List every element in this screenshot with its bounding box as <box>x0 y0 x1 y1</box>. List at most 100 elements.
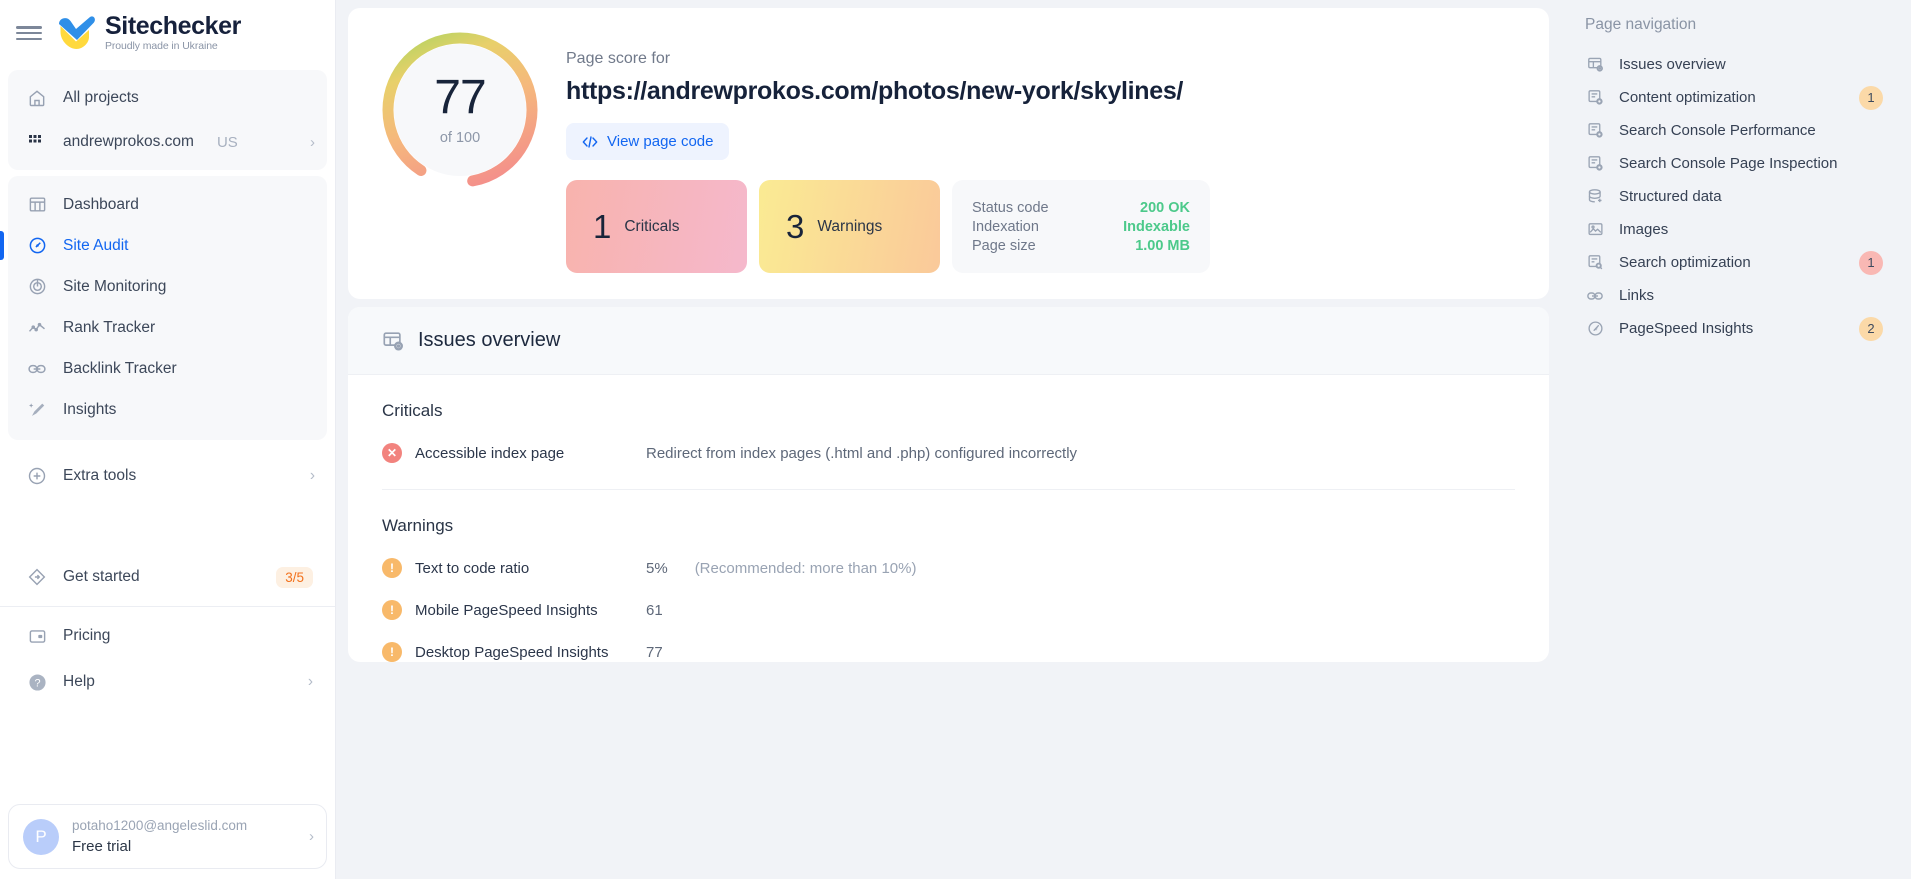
sidebar-item-extra-tools[interactable]: Extra tools › <box>8 454 327 498</box>
sidebar-label: Rank Tracker <box>63 318 156 336</box>
get-started-label: Get started <box>63 568 140 585</box>
plus-circle-icon <box>26 465 48 487</box>
issue-row[interactable]: ! Desktop PageSpeed Insights 77 <box>382 642 1515 662</box>
page-nav-item-pagespeed-insights[interactable]: PageSpeed Insights 2 <box>1579 312 1893 345</box>
hamburger-menu-icon[interactable] <box>16 23 42 43</box>
page-nav-item-images[interactable]: Images <box>1579 213 1893 246</box>
sidebar-item-dashboard[interactable]: Dashboard <box>8 184 327 225</box>
wallet-icon <box>26 625 48 647</box>
page-navigation-title: Page navigation <box>1585 16 1697 33</box>
page-nav-label: Structured data <box>1619 188 1722 205</box>
status-code-value: 200 OK <box>1140 199 1190 216</box>
status-code-key: Status code <box>972 199 1049 216</box>
page-nav-item-search-console-page-inspection[interactable]: Search Console Page Inspection <box>1579 147 1893 180</box>
issues-overview-card: Issues overview Criticals ✕ Accessible i… <box>348 307 1549 662</box>
get-started-block: Get started 3/5 <box>0 554 335 600</box>
status-panel: Status code 200 OK Indexation Indexable … <box>952 180 1210 273</box>
images-icon <box>1585 220 1605 240</box>
page-nav-item-search-optimization[interactable]: Search optimization 1 <box>1579 246 1893 279</box>
sidebar-item-site-monitoring[interactable]: Site Monitoring <box>8 266 327 307</box>
chevron-right-icon[interactable]: › <box>310 134 315 151</box>
code-icon <box>582 135 598 148</box>
chevron-right-icon[interactable]: › <box>308 673 313 691</box>
chevron-right-icon[interactable]: › <box>309 828 314 845</box>
user-info: potaho1200@angeleslid.com Free trial <box>72 816 247 857</box>
content-optimization-icon <box>1585 88 1605 108</box>
get-started-progress-badge: 3/5 <box>276 566 313 588</box>
page-nav-item-issues-overview[interactable]: Issues overview <box>1579 48 1893 81</box>
search-optimization-icon <box>1585 253 1605 273</box>
issue-name: Desktop PageSpeed Insights <box>415 643 609 661</box>
sidebar-item-insights[interactable]: Insights <box>8 389 327 430</box>
brand-tagline: Proudly made in Ukraine <box>105 40 218 53</box>
chevron-right-icon[interactable]: › <box>310 467 315 485</box>
rocket-diamond-icon <box>26 566 48 588</box>
status-row: Page size 1.00 MB <box>972 238 1190 254</box>
criticals-section: Criticals ✕ Accessible index page Redire… <box>348 375 1549 490</box>
score-inner: 77 of 100 <box>394 44 526 176</box>
criticals-count: 1 <box>593 208 612 245</box>
sidebar-item-backlink-tracker[interactable]: Backlink Tracker <box>8 348 327 389</box>
insights-icon <box>26 399 48 421</box>
extra-tools-label: Extra tools <box>63 467 137 484</box>
issues-overview-header: Issues overview <box>348 307 1549 375</box>
warnings-stat-card[interactable]: 3 Warnings <box>759 180 940 273</box>
sidebar-label: Backlink Tracker <box>63 359 177 377</box>
brand-logo[interactable]: Sitechecker Proudly made in Ukraine <box>56 14 241 52</box>
sidebar-item-site-audit[interactable]: Site Audit <box>0 225 327 266</box>
page-nav-label: Issues overview <box>1619 56 1726 73</box>
project-name-label: andrewprokos.com <box>63 133 194 150</box>
page-score-label: Page score for <box>566 50 671 67</box>
sidebar-item-project[interactable]: andrewprokos.com US › <box>8 120 327 164</box>
page-nav-item-content-optimization[interactable]: Content optimization 1 <box>1579 81 1893 114</box>
sidebar-label: Site Audit <box>63 236 129 254</box>
page-nav-badge: 1 <box>1859 250 1883 275</box>
sidebar-divider <box>0 606 335 607</box>
sidebar-header: Sitechecker Proudly made in Ukraine <box>0 0 335 66</box>
search-console-performance-icon <box>1585 121 1605 141</box>
help-circle-icon: ? <box>26 671 48 693</box>
issues-overview-icon <box>382 330 404 352</box>
sidebar-item-pricing[interactable]: Pricing <box>8 613 327 659</box>
sidebar-item-rank-tracker[interactable]: Rank Tracker <box>8 307 327 348</box>
page-nav-item-search-console-performance[interactable]: Search Console Performance <box>1579 114 1893 147</box>
warnings-section-title: Warnings <box>382 516 454 535</box>
indexation-key: Indexation <box>972 218 1039 235</box>
sidebar-nav: Dashboard Site Audit Site Monitoring Ran… <box>0 176 327 440</box>
issue-hint: (Recommended: more than 10%) <box>694 559 917 577</box>
issue-row[interactable]: ! Mobile PageSpeed Insights 61 <box>382 600 1515 620</box>
criticals-label: Criticals <box>624 217 680 235</box>
warnings-label: Warnings <box>817 217 883 235</box>
page-nav-item-structured-data[interactable]: Structured data <box>1579 180 1893 213</box>
project-selector-block: All projects andrewprokos.com US › <box>8 70 327 170</box>
all-projects-label: All projects <box>63 89 139 106</box>
view-page-code-button[interactable]: View page code <box>566 123 730 160</box>
issue-value: 77 <box>646 643 663 661</box>
issue-row[interactable]: ! Text to code ratio 5% (Recommended: mo… <box>382 558 1515 578</box>
page-nav-item-links[interactable]: Links <box>1579 279 1893 312</box>
warnings-count: 3 <box>786 208 805 245</box>
sidebar-item-all-projects[interactable]: All projects <box>8 76 327 120</box>
search-console-inspection-icon <box>1585 154 1605 174</box>
issue-value: 61 <box>646 601 663 619</box>
status-row: Indexation Indexable <box>972 219 1190 235</box>
pricing-label: Pricing <box>63 627 111 644</box>
page-nav-label: Links <box>1619 287 1655 304</box>
page-size-value: 1.00 MB <box>1135 237 1190 254</box>
page-nav-label: Search Console Performance <box>1619 122 1816 139</box>
stats-row: 1 Criticals 3 Warnings Status code 200 O… <box>566 180 1523 273</box>
left-sidebar: Sitechecker Proudly made in Ukraine All … <box>0 0 336 879</box>
criticals-stat-card[interactable]: 1 Criticals <box>566 180 747 273</box>
sidebar-label: Insights <box>63 400 117 418</box>
user-account-card[interactable]: P potaho1200@angeleslid.com Free trial › <box>8 804 327 869</box>
structured-data-icon <box>1585 187 1605 207</box>
main-content: 77 of 100 Page score for https://andrewp… <box>336 0 1559 879</box>
sidebar-item-help[interactable]: ? Help › <box>8 659 327 705</box>
page-score-max: of 100 <box>439 130 481 146</box>
issue-row[interactable]: ✕ Accessible index page Redirect from in… <box>382 443 1515 463</box>
issues-overview-title: Issues overview <box>418 329 561 351</box>
avatar: P <box>23 818 59 855</box>
sidebar-item-get-started[interactable]: Get started 3/5 <box>8 554 327 600</box>
